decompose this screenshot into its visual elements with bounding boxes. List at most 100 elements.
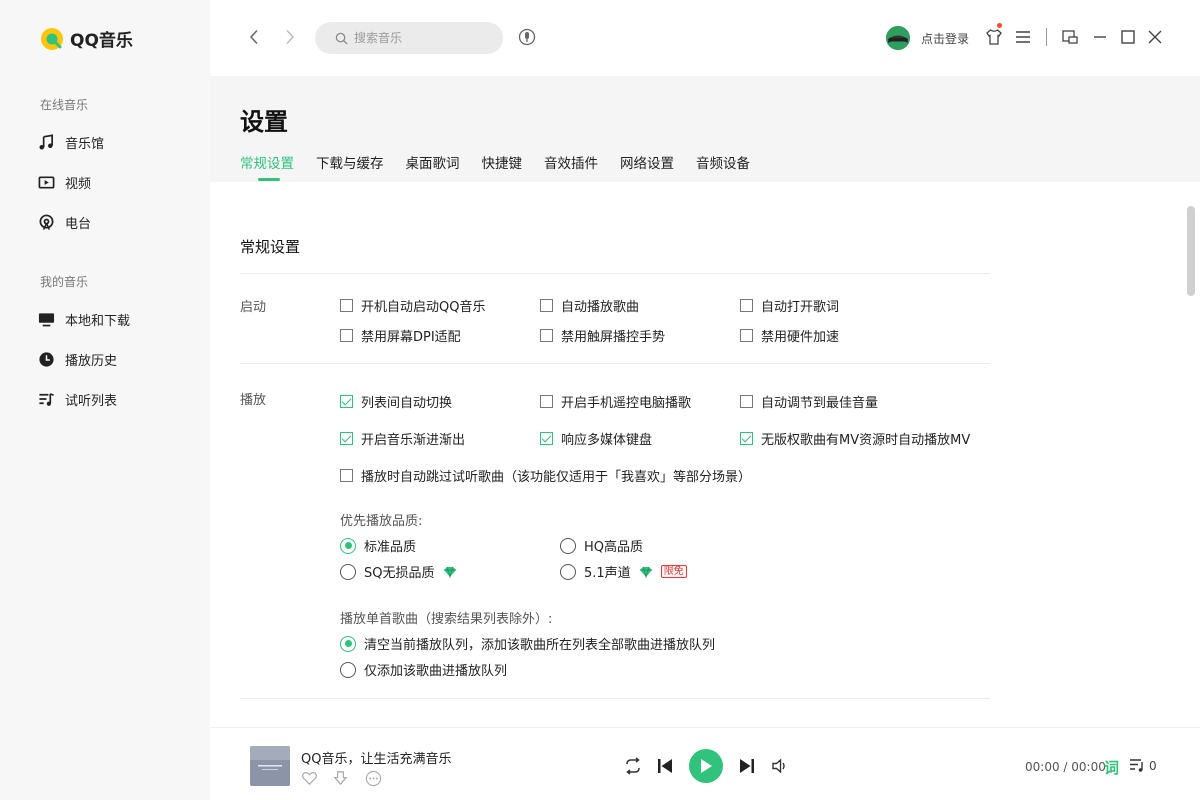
mini-mode-icon[interactable] xyxy=(1061,28,1079,46)
repeat-icon[interactable] xyxy=(623,756,643,776)
radio-5-1-channel[interactable]: 5.1声道 限免 xyxy=(560,562,687,581)
back-button[interactable] xyxy=(243,26,265,48)
album-cover[interactable] xyxy=(250,746,290,786)
minimize-icon[interactable] xyxy=(1091,28,1109,46)
checkbox-skip-trial[interactable]: 播放时自动跳过试听歌曲（该功能仅适用于「我喜欢」等部分场景） xyxy=(340,466,751,485)
play-queue-button[interactable]: 0 xyxy=(1129,758,1157,773)
checkbox-box[interactable] xyxy=(340,329,353,342)
sidebar-item-play-history[interactable]: 播放历史 xyxy=(38,347,117,371)
checkbox-box[interactable] xyxy=(340,432,353,445)
checkbox-box[interactable] xyxy=(740,432,753,445)
checkbox-label: 禁用屏幕DPI适配 xyxy=(361,330,461,345)
tab-shortcuts[interactable]: 快捷键 xyxy=(482,152,523,172)
sidebar-item-radio[interactable]: 电台 xyxy=(38,210,91,234)
radio-sq-quality[interactable]: SQ无损品质 xyxy=(340,562,457,581)
settings-header: 设置 常规设置 下载与缓存 桌面歌词 快捷键 音效插件 网络设置 音频设备 xyxy=(210,76,1200,182)
checkbox-media-keys[interactable]: 响应多媒体键盘 xyxy=(540,429,652,448)
volume-icon[interactable] xyxy=(770,756,790,776)
sidebar-item-trial-list[interactable]: 试听列表 xyxy=(38,387,117,411)
tab-effect-plugins[interactable]: 音效插件 xyxy=(544,152,598,172)
checkbox-disable-touch[interactable]: 禁用触屏播控手势 xyxy=(540,326,665,345)
radio-label: 清空当前播放队列，添加该歌曲所在列表全部歌曲进播放队列 xyxy=(364,638,716,653)
tab-download-cache[interactable]: 下载与缓存 xyxy=(316,152,384,172)
download-icon[interactable] xyxy=(332,770,349,787)
avatar[interactable] xyxy=(886,26,910,50)
tab-desktop-lyrics[interactable]: 桌面歌词 xyxy=(406,152,460,172)
more-icon[interactable] xyxy=(365,770,382,787)
lyrics-toggle-button[interactable]: 词 xyxy=(1104,757,1119,778)
main-menu-icon[interactable] xyxy=(1014,28,1032,46)
radio-label: 仅添加该歌曲进播放队列 xyxy=(364,664,508,679)
previous-track-icon[interactable] xyxy=(655,756,675,776)
radio-add-single[interactable]: 仅添加该歌曲进播放队列 xyxy=(340,660,507,679)
tab-audio-device[interactable]: 音频设备 xyxy=(696,152,750,172)
radio-circle[interactable] xyxy=(560,537,576,554)
checkbox-label: 开机自动启动QQ音乐 xyxy=(361,300,486,315)
checkbox-box[interactable] xyxy=(340,469,353,482)
song-title[interactable]: QQ音乐，让生活充满音乐 xyxy=(301,748,451,767)
search-input[interactable] xyxy=(354,31,484,45)
radio-circle[interactable] xyxy=(340,563,356,580)
radio-circle[interactable] xyxy=(340,661,356,678)
radio-standard-quality[interactable]: 标准品质 xyxy=(340,536,416,555)
my-music-heading: 我的音乐 xyxy=(40,275,89,289)
checkbox-auto-volume[interactable]: 自动调节到最佳音量 xyxy=(740,392,878,411)
startup-label: 启动 xyxy=(240,300,267,315)
app-logo[interactable]: QQ音乐 xyxy=(40,26,133,51)
checkbox-autoplay[interactable]: 自动播放歌曲 xyxy=(540,296,639,315)
vip-diamond-icon xyxy=(639,566,652,578)
close-icon[interactable] xyxy=(1146,28,1164,46)
radio-label: 5.1声道 xyxy=(584,566,631,581)
radio-icon xyxy=(39,214,54,230)
toolbar-divider xyxy=(1046,28,1047,46)
checkbox-fade[interactable]: 开启音乐渐进渐出 xyxy=(340,429,465,448)
checkbox-label: 禁用硬件加速 xyxy=(761,330,840,345)
checkbox-label: 无版权歌曲有MV资源时自动播放MV xyxy=(761,433,971,448)
divider xyxy=(240,363,990,364)
settings-content: 常规设置 启动 开机自动启动QQ音乐 自动播放歌曲 自动打开歌词 禁用屏幕DPI… xyxy=(210,182,1185,727)
checkbox-autostart[interactable]: 开机自动启动QQ音乐 xyxy=(340,296,485,315)
tab-network[interactable]: 网络设置 xyxy=(620,152,674,172)
login-link[interactable]: 点击登录 xyxy=(921,30,969,47)
next-track-icon[interactable] xyxy=(737,756,757,776)
app-name: QQ音乐 xyxy=(70,31,133,51)
checkbox-box[interactable] xyxy=(540,432,553,445)
heart-icon[interactable] xyxy=(301,770,318,787)
checkbox-disable-dpi[interactable]: 禁用屏幕DPI适配 xyxy=(340,326,461,345)
checkbox-auto-lyrics[interactable]: 自动打开歌词 xyxy=(740,296,839,315)
checkbox-auto-mv[interactable]: 无版权歌曲有MV资源时自动播放MV xyxy=(740,429,970,448)
limited-free-badge: 限免 xyxy=(660,565,687,578)
checkbox-label: 开启音乐渐进渐出 xyxy=(361,433,466,448)
search-icon xyxy=(335,32,348,45)
radio-replace-queue[interactable]: 清空当前播放队列，添加该歌曲所在列表全部歌曲进播放队列 xyxy=(340,634,715,653)
sidebar-item-local-downloads[interactable]: 本地和下载 xyxy=(38,307,130,331)
checkbox-box[interactable] xyxy=(540,395,553,408)
checkbox-box[interactable] xyxy=(540,299,553,312)
search-box[interactable] xyxy=(315,22,503,54)
tab-general[interactable]: 常规设置 xyxy=(240,152,294,181)
forward-button[interactable] xyxy=(279,26,301,48)
checkbox-box[interactable] xyxy=(740,329,753,342)
scrollbar-thumb[interactable] xyxy=(1187,206,1195,296)
radio-hq-quality[interactable]: HQ高品质 xyxy=(560,536,643,555)
sidebar: QQ音乐 在线音乐 音乐馆 视频 电台 我的音乐 本地和下载 播放历史 试听列表 xyxy=(0,0,210,800)
radio-circle[interactable] xyxy=(560,563,576,580)
skin-shirt-icon[interactable] xyxy=(985,28,1003,46)
maximize-icon[interactable] xyxy=(1119,28,1137,46)
play-button[interactable] xyxy=(689,749,723,783)
checkbox-label: 播放时自动跳过试听歌曲（该功能仅适用于「我喜欢」等部分场景） xyxy=(361,470,752,485)
checkbox-box[interactable] xyxy=(340,299,353,312)
checkbox-box[interactable] xyxy=(540,329,553,342)
radio-circle[interactable] xyxy=(340,635,356,652)
checkbox-phone-remote[interactable]: 开启手机遥控电脑播歌 xyxy=(540,392,691,411)
sidebar-item-video[interactable]: 视频 xyxy=(38,170,91,194)
sidebar-item-music-hall[interactable]: 音乐馆 xyxy=(38,130,104,154)
checkbox-auto-switch-list[interactable]: 列表间自动切换 xyxy=(340,392,452,411)
radio-circle[interactable] xyxy=(340,537,356,554)
chevron-left-icon xyxy=(249,29,258,45)
voice-search-icon[interactable] xyxy=(517,27,537,47)
checkbox-box[interactable] xyxy=(340,395,353,408)
checkbox-box[interactable] xyxy=(740,395,753,408)
checkbox-disable-hw-accel[interactable]: 禁用硬件加速 xyxy=(740,326,839,345)
checkbox-box[interactable] xyxy=(740,299,753,312)
